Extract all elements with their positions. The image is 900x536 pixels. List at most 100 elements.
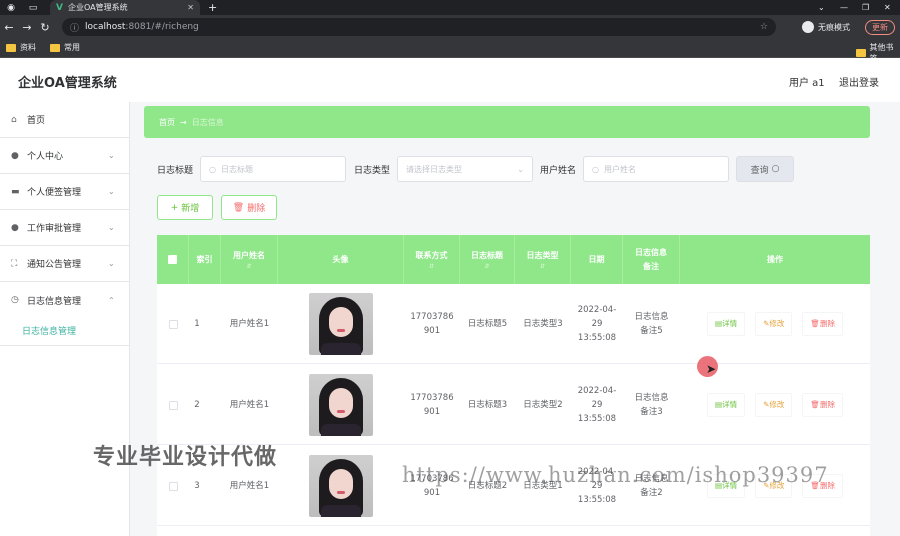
- new-tab-icon[interactable]: +: [208, 1, 217, 14]
- breadcrumb: 首页 → 日志信息: [144, 106, 870, 138]
- incognito-indicator[interactable]: 无痕模式: [802, 19, 850, 35]
- row-checkbox[interactable]: [168, 481, 178, 491]
- th-avatar[interactable]: 头像: [278, 235, 404, 284]
- tab-title: 企业OA管理系统: [67, 3, 128, 12]
- cell-note: 日志信息备注5: [634, 312, 669, 336]
- sidebar-item-label: 通知公告管理: [27, 260, 82, 270]
- edit-button[interactable]: ✎ 修改: [755, 393, 793, 417]
- chevron-down-icon: ⌄: [517, 164, 524, 174]
- query-button[interactable]: 查询 ○: [736, 156, 794, 182]
- search-type-select[interactable]: 请选择日志类型 ⌄: [397, 156, 533, 182]
- incognito-label: 无痕模式: [818, 22, 850, 32]
- th-note[interactable]: 日志信息备注: [623, 235, 680, 284]
- forward-icon[interactable]: →: [18, 21, 36, 34]
- back-icon[interactable]: ←: [0, 21, 18, 34]
- bookmark-folder-1[interactable]: 资料: [6, 42, 36, 53]
- cell-note: 日志信息备注3: [634, 393, 669, 417]
- delete-label: 删除: [247, 204, 266, 214]
- avatar[interactable]: [309, 455, 373, 517]
- info-icon[interactable]: ⓘ: [70, 21, 79, 34]
- user-icon: ●: [11, 150, 19, 161]
- table-row: 1 用户姓名1 17703786901 日志标题5 日志类型3 2022-04-…: [157, 284, 870, 364]
- bookmark-folder-2[interactable]: 常用: [50, 42, 80, 53]
- clock-icon: ◷: [11, 295, 19, 305]
- avatar[interactable]: [309, 293, 373, 355]
- maximize-icon[interactable]: ❐: [862, 0, 869, 15]
- logout-link[interactable]: 退出登录: [839, 74, 879, 89]
- detail-button[interactable]: ▤ 详情: [707, 312, 746, 336]
- folder-icon: [6, 43, 16, 52]
- breadcrumb-home[interactable]: 首页: [159, 117, 175, 128]
- url-field[interactable]: ⓘ localhost:8081/#/richeng ☆: [62, 18, 776, 36]
- cell-avatar: [278, 365, 404, 445]
- update-button[interactable]: 更新: [865, 20, 895, 35]
- detail-button[interactable]: ▤ 详情: [707, 393, 746, 417]
- cell-operations: ▤ 详情 ✎ 修改 🗑 删除: [680, 365, 870, 445]
- tab-close-icon[interactable]: ✕: [187, 3, 194, 12]
- browser-tab-bar: ◉ ▭ V 企业OA管理系统 ✕ +: [0, 0, 900, 15]
- th-type[interactable]: 日志类型 ⇵: [515, 235, 571, 284]
- sort-icon[interactable]: ⇵: [246, 263, 251, 271]
- sidebar-item-logs[interactable]: ◷ 日志信息管理 ⌃: [0, 282, 130, 318]
- cell-title: 日志标题3: [467, 400, 508, 410]
- reload-icon[interactable]: ↻: [36, 21, 54, 34]
- fullscreen-icon: ⛶: [11, 258, 18, 269]
- search-icon: ○: [209, 164, 216, 174]
- sidebar-item-personal-center[interactable]: ● 个人中心 ⌄: [0, 138, 130, 174]
- sort-icon[interactable]: ⇵: [429, 263, 434, 271]
- search-user-input[interactable]: ○ 用户姓名: [583, 156, 729, 182]
- cell-date: 2022-04-29 13:55:08: [577, 386, 617, 424]
- bookmarks-bar: 资料 常用 其他书签: [0, 39, 900, 63]
- app-header: 企业OA管理系统 用户 a1 退出登录: [0, 58, 900, 102]
- delete-button[interactable]: 🗑 删除: [802, 393, 843, 417]
- th-date[interactable]: 日期: [571, 235, 623, 284]
- delete-button[interactable]: 🗑 删除: [802, 312, 843, 336]
- breadcrumb-current: 日志信息: [191, 117, 224, 127]
- chevron-down-icon: ⌄: [108, 259, 115, 268]
- edit-button[interactable]: ✎ 修改: [755, 312, 793, 336]
- sidebar-item-notices[interactable]: ⛶ 通知公告管理 ⌄: [0, 246, 130, 282]
- app-title: 企业OA管理系统: [18, 76, 117, 91]
- window-close-icon[interactable]: ✕: [884, 0, 891, 15]
- browser-menu-icon[interactable]: ◉: [0, 0, 22, 15]
- watermark-text: 专业毕业设计代做: [93, 445, 278, 470]
- select-all-checkbox[interactable]: [168, 255, 177, 264]
- tab-strip-icon[interactable]: ▭: [22, 0, 44, 15]
- sidebar-divider: [0, 345, 130, 346]
- th-name[interactable]: 用户姓名 ⇵: [221, 235, 278, 284]
- cursor-arrow-icon: ➤: [706, 362, 717, 376]
- row-checkbox[interactable]: [168, 400, 178, 410]
- cell-name: 用户姓名1: [229, 319, 270, 329]
- sidebar-subitem-log-management[interactable]: 日志信息管理: [22, 324, 76, 337]
- sort-icon[interactable]: ⇵: [484, 263, 489, 271]
- log-table: 索引 用户姓名 ⇵ 头像 联系方式 ⇵ 日志标题 ⇵ 日志类型 ⇵ 日期 日志信息备注 …: [157, 235, 870, 536]
- search-title-label: 日志标题: [157, 165, 194, 176]
- trash-icon: 🗑: [232, 202, 245, 213]
- search-title-input[interactable]: ○ 日志标题: [200, 156, 346, 182]
- sidebar-item-approval[interactable]: ● 工作审批管理 ⌄: [0, 210, 130, 246]
- folder-icon: [50, 43, 60, 52]
- search-user-label: 用户姓名: [540, 165, 577, 176]
- chevron-down-icon: ⌄: [108, 187, 115, 196]
- chevron-down-icon: ⌄: [108, 223, 115, 232]
- th-index[interactable]: 索引: [189, 235, 221, 284]
- add-button[interactable]: + 新增: [157, 195, 213, 220]
- browser-tab[interactable]: V 企业OA管理系统 ✕: [50, 0, 200, 15]
- sidebar-item-home[interactable]: ⌂ 首页: [0, 102, 130, 138]
- note-icon: ▬: [11, 186, 20, 197]
- row-checkbox[interactable]: [168, 319, 178, 329]
- th-title[interactable]: 日志标题 ⇵: [460, 235, 515, 284]
- cell-phone: 17703786901: [410, 393, 454, 417]
- search-type-placeholder: 请选择日志类型: [406, 164, 462, 174]
- sidebar-item-notes[interactable]: ▬ 个人便签管理 ⌄: [0, 174, 130, 210]
- batch-delete-button[interactable]: 🗑 删除: [221, 195, 277, 220]
- arrow-right-icon: →: [180, 117, 187, 127]
- minimize-icon[interactable]: —: [840, 0, 848, 15]
- sort-icon[interactable]: ⇵: [540, 263, 545, 271]
- search-user-placeholder: 用户姓名: [603, 164, 636, 174]
- bookmark-star-icon[interactable]: ☆: [760, 22, 768, 32]
- search-type-group: 日志类型: [354, 156, 390, 182]
- th-phone[interactable]: 联系方式 ⇵: [404, 235, 460, 284]
- avatar[interactable]: [309, 374, 373, 436]
- window-dropdown-icon[interactable]: ⌄: [818, 0, 825, 15]
